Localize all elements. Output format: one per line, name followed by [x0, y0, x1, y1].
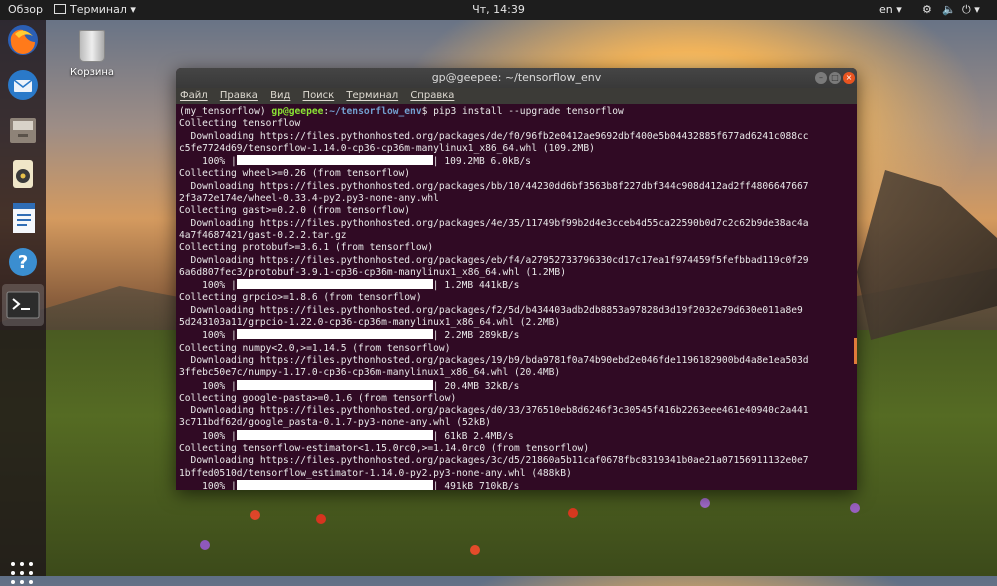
help-icon[interactable]: ?: [5, 244, 41, 280]
output-line: 1bffed0510d/tensorflow_estimator-1.14.0-…: [179, 467, 572, 479]
minimize-button[interactable]: –: [815, 72, 827, 84]
trash-icon: [79, 30, 105, 62]
progress-line: 100% | | 20.4MB 32kB/s: [179, 379, 855, 393]
output-line: Collecting protobuf>=3.6.1 (from tensorf…: [179, 242, 434, 254]
files-icon[interactable]: [5, 112, 41, 148]
menu-search[interactable]: Поиск: [303, 90, 335, 101]
wallpaper-flower: [316, 514, 326, 524]
app-menu-label: Терминал ▾: [70, 3, 136, 16]
clock[interactable]: Чт, 14:39: [0, 0, 997, 20]
terminal-window[interactable]: gp@geepee: ~/tensorflow_env – □ × Файл П…: [176, 68, 857, 490]
output-line: Collecting wheel>=0.26 (from tensorflow): [179, 168, 411, 180]
output-line: c5fe7724d69/tensorflow-1.14.0-cp36-cp36m…: [179, 142, 595, 154]
progress-percent: 100% |: [179, 280, 237, 292]
prompt-user: gp@geepee: [271, 106, 324, 117]
maximize-button[interactable]: □: [829, 72, 841, 84]
progress-stats: | 2.2MB 289kB/s: [432, 330, 520, 342]
output-line: Collecting grpcio>=1.8.6 (from tensorflo…: [179, 292, 422, 304]
firefox-icon[interactable]: [5, 22, 41, 58]
top-panel: Чт, 14:39 Обзор Терминал ▾ en ▾ ⚙ 🔈 ⏻ ▾: [0, 0, 997, 20]
terminal-icon[interactable]: [2, 284, 44, 326]
menu-help[interactable]: Справка: [410, 90, 454, 101]
output-line: Collecting tensorflow: [179, 118, 301, 130]
progress-bar: [236, 479, 433, 490]
output-line: Downloading https://files.pythonhosted.o…: [179, 354, 809, 366]
progress-line: 100% | | 109.2MB 6.0kB/s: [179, 155, 855, 168]
progress-bar: [236, 279, 433, 290]
menu-edit[interactable]: Правка: [220, 90, 258, 101]
output-line: 3c711bdf62d/google_pasta-0.1.7-py3-none-…: [179, 417, 491, 429]
terminal-small-icon: [54, 4, 66, 14]
progress-stats: | 1.2MB 441kB/s: [432, 280, 520, 292]
window-titlebar[interactable]: gp@geepee: ~/tensorflow_env – □ ×: [176, 68, 857, 88]
prompt-line: (my_tensorflow) gp@geepee:~/tensorflow_e…: [179, 106, 855, 118]
volume-icon[interactable]: 🔈: [942, 0, 956, 20]
menu-view[interactable]: Вид: [270, 90, 290, 101]
show-applications-icon[interactable]: [11, 562, 35, 586]
output-line: Downloading https://files.pythonhosted.o…: [179, 304, 803, 316]
progress-bar: [236, 429, 433, 440]
output-line: Collecting google-pasta>=0.1.6 (from ten…: [179, 392, 457, 404]
prompt-env: (my_tensorflow): [179, 106, 272, 117]
progress-percent: 100% |: [179, 156, 237, 168]
output-line: Downloading https://files.pythonhosted.o…: [179, 217, 809, 229]
output-line: Collecting gast>=0.2.0 (from tensorflow): [179, 205, 411, 217]
wallpaper-flower: [470, 545, 480, 555]
activities-button[interactable]: Обзор: [8, 0, 43, 20]
progress-percent: 100% |: [179, 380, 237, 392]
output-line: Downloading https://files.pythonhosted.o…: [179, 455, 809, 467]
trash-label: Корзина: [70, 67, 115, 78]
progress-line: 100% | | 61kB 2.4MB/s: [179, 429, 855, 443]
language-indicator[interactable]: en ▾: [879, 0, 902, 20]
wallpaper-flower: [850, 503, 860, 513]
power-menu[interactable]: ⏻ ▾: [962, 0, 980, 20]
progress-line: 100% | | 1.2MB 441kB/s: [179, 279, 855, 292]
progress-line: 100% | | 491kB 710kB/s: [179, 479, 855, 490]
progress-stats: | 20.4MB 32kB/s: [432, 380, 520, 392]
output-line: Collecting numpy<2.0,>=1.14.5 (from tens…: [179, 342, 451, 354]
output-line: Downloading https://files.pythonhosted.o…: [179, 130, 809, 142]
progress-percent: 100% |: [179, 330, 237, 342]
progress-line: 100% | | 2.2MB 289kB/s: [179, 329, 855, 342]
progress-stats: | 491kB 710kB/s: [432, 480, 520, 490]
dock: ?: [0, 20, 46, 584]
output-line: 4a7f4687421/gast-0.2.2.tar.gz: [179, 229, 347, 241]
wallpaper-flower: [200, 540, 210, 550]
progress-bar: [236, 155, 433, 166]
progress-bar: [236, 379, 433, 390]
prompt-path: ~/tensorflow_env: [329, 106, 422, 117]
progress-stats: | 61kB 2.4MB/s: [432, 430, 514, 442]
close-button[interactable]: ×: [843, 72, 855, 84]
svg-text:?: ?: [18, 252, 28, 273]
wallpaper-flower: [700, 498, 710, 508]
progress-percent: 100% |: [179, 480, 237, 490]
thunderbird-icon[interactable]: [5, 67, 41, 103]
progress-stats: | 109.2MB 6.0kB/s: [432, 156, 531, 168]
trash-desktop-icon[interactable]: Корзина: [70, 30, 114, 78]
progress-bar: [236, 329, 433, 340]
menu-file[interactable]: Файл: [180, 90, 208, 101]
menu-terminal[interactable]: Терминал: [346, 90, 398, 101]
output-line: Downloading https://files.pythonhosted.o…: [179, 405, 809, 417]
output-line: Downloading https://files.pythonhosted.o…: [179, 254, 809, 266]
output-line: Downloading https://files.pythonhosted.o…: [179, 180, 809, 192]
writer-icon[interactable]: [5, 200, 41, 236]
terminal-output[interactable]: (my_tensorflow) gp@geepee:~/tensorflow_e…: [176, 104, 857, 490]
terminal-menubar: Файл Правка Вид Поиск Терминал Справка: [176, 88, 857, 104]
prompt-command: $ pip3 install --upgrade tensorflow: [421, 106, 624, 117]
scrollbar-thumb[interactable]: [854, 338, 857, 364]
output-line: 6a6d807fec3/protobuf-3.9.1-cp36-cp36m-ma…: [179, 266, 566, 278]
window-title: gp@geepee: ~/tensorflow_env: [431, 71, 602, 84]
wallpaper-flower: [568, 508, 578, 518]
progress-percent: 100% |: [179, 430, 237, 442]
wallpaper-flower: [250, 510, 260, 520]
output-line: 3ffebc50e7c/numpy-1.17.0-cp36-cp36m-many…: [179, 367, 561, 379]
app-menu[interactable]: Терминал ▾: [54, 0, 136, 20]
network-icon[interactable]: ⚙: [922, 0, 932, 20]
output-line: Collecting tensorflow-estimator<1.15.0rc…: [179, 443, 590, 455]
output-line: 5d243103a11/grpcio-1.22.0-cp36-cp36m-man…: [179, 317, 561, 329]
rhythmbox-icon[interactable]: [5, 156, 41, 192]
output-line: 2f3a72e174e/wheel-0.33.4-py2.py3-none-an…: [179, 193, 439, 205]
